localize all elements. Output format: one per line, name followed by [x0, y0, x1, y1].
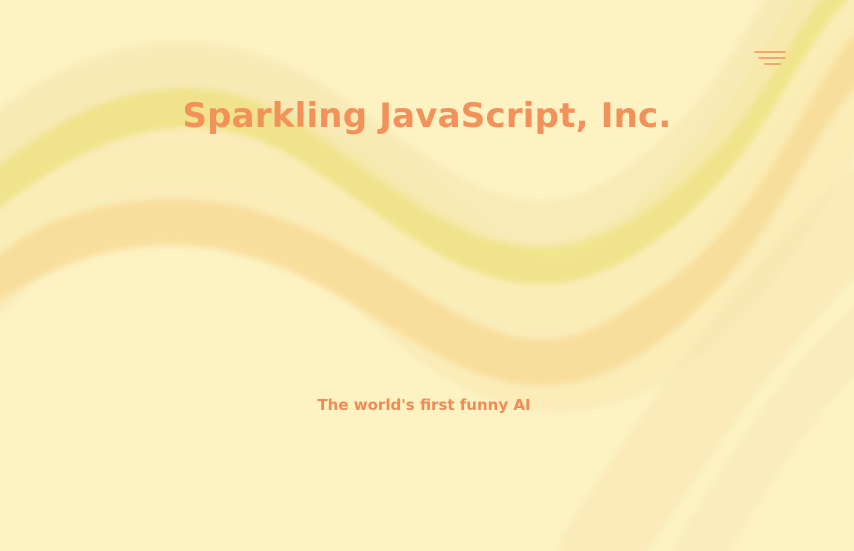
hamburger-menu-icon [754, 51, 786, 65]
wave-background [0, 0, 854, 551]
brand-title[interactable]: Sparkling JavaScript, Inc. [0, 96, 854, 136]
hero-tagline: The world's first funny AI [317, 396, 531, 414]
menu-button[interactable] [750, 46, 790, 74]
